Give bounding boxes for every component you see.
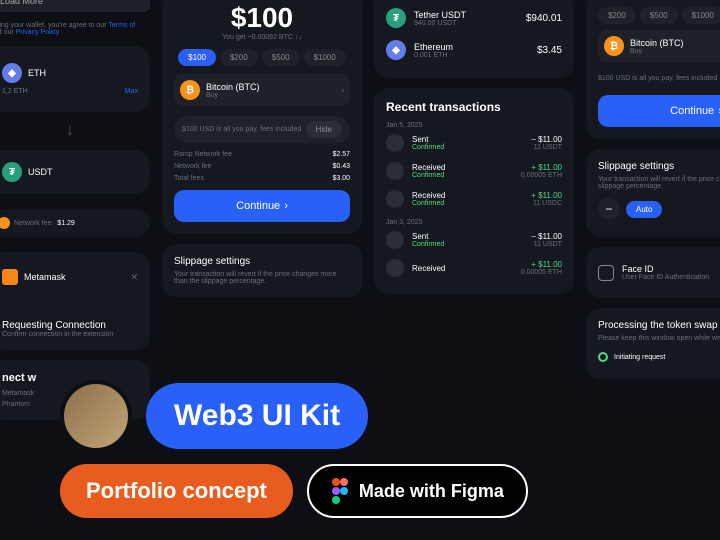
- faceid-icon: [598, 265, 614, 281]
- tx-row[interactable]: ReceivedConfirmed+ $11.000.00005 ETH: [386, 157, 562, 185]
- metamask-modal: Metamask✕ Requesting Connection Confirm …: [0, 252, 150, 350]
- figma-icon: [331, 478, 349, 504]
- metamask-icon: [2, 269, 18, 285]
- buy-card: $100 You get ~0.00092 BTC ↑↓ $100 $200 $…: [162, 0, 362, 234]
- requesting-sub: Confirm connection in the extension: [2, 331, 138, 338]
- tx-row[interactable]: ReceivedConfirmed+ $11.0011 USDC: [386, 185, 562, 213]
- slippage-card: Slippage settings Your transaction will …: [162, 244, 362, 297]
- eth-input-card: ◆ ETH 1,2 ETHMax: [0, 46, 150, 112]
- preset-100[interactable]: $100: [178, 49, 216, 66]
- figma-badge: Made with Figma: [307, 464, 528, 518]
- terms-text: ecting your wallet, you're agree to our …: [0, 22, 150, 36]
- received-icon: [386, 190, 404, 208]
- usdt-input-card: ₮ USDT: [0, 150, 150, 194]
- coin-selector[interactable]: ₿ Bitcoin (BTC)Buy: [598, 30, 720, 62]
- received-icon: [386, 259, 404, 277]
- btc-icon: ₿: [604, 36, 624, 56]
- token-row-usdt[interactable]: ₮ Tether USDT940.00 USDT $940.01: [386, 2, 562, 34]
- slippage-settings: Slippage settings Your transaction will …: [586, 149, 720, 237]
- recent-title: Recent transactions: [386, 100, 562, 114]
- continue-button[interactable]: Continue: [598, 95, 720, 127]
- usdt-icon: ₮: [2, 162, 22, 182]
- eth-icon: ◆: [2, 63, 22, 83]
- processing-card: Processing the token swap Please keep th…: [586, 308, 720, 379]
- tx-row[interactable]: Received+ $11.000.00005 ETH: [386, 254, 562, 282]
- usdt-symbol: USDT: [28, 167, 53, 177]
- received-icon: [386, 162, 404, 180]
- amount-display: $100: [174, 2, 350, 34]
- decrease-button[interactable]: −: [598, 198, 620, 220]
- tx-row[interactable]: SentConfirmed− $11.0011 USDT: [386, 226, 562, 254]
- requesting-title: Requesting Connection: [2, 320, 138, 331]
- preset-1000[interactable]: $1000: [304, 49, 346, 66]
- coin-selector[interactable]: ₿ Bitcoin (BTC)Buy ›: [174, 74, 350, 106]
- swap-arrow-icon[interactable]: ↓: [0, 122, 150, 140]
- continue-button[interactable]: Continue: [174, 190, 350, 222]
- step-indicator-icon: [598, 352, 608, 362]
- conversion-sub: You get ~0.00092 BTC ↑↓: [174, 34, 350, 41]
- hide-button[interactable]: Hide: [306, 121, 342, 138]
- faceid-card[interactable]: Face ID User Face ID Authentication: [586, 247, 720, 298]
- fee-icon: [0, 217, 10, 229]
- avatar: [60, 380, 132, 452]
- portfolio-badge: Portfolio concept: [60, 464, 293, 518]
- btc-icon: ₿: [180, 80, 200, 100]
- preset-200[interactable]: $200: [220, 49, 258, 66]
- main-badge: Web3 UI Kit: [146, 383, 368, 449]
- network-fee-row: Network fee:$1.29: [0, 209, 150, 237]
- promo-overlay: Web3 UI Kit Portfolio concept Made with …: [60, 380, 528, 518]
- max-button[interactable]: Max: [125, 88, 138, 95]
- auto-button[interactable]: Auto: [626, 201, 662, 218]
- close-icon[interactable]: ✕: [130, 272, 138, 283]
- chevron-right-icon: ›: [341, 86, 344, 95]
- token-list: ₮ Tether USDT940.00 USDT $940.01 ◆ Ether…: [374, 0, 574, 78]
- tx-row[interactable]: SentConfirmed− $11.0011 USDT: [386, 129, 562, 157]
- fee-summary: $100 USD is all you pay, fees included H…: [174, 116, 350, 143]
- mini-buy-card: $200 $500 $1000 ₿ Bitcoin (BTC)Buy $100 …: [586, 0, 720, 139]
- preset-500[interactable]: $500: [262, 49, 300, 66]
- token-row-eth[interactable]: ◆ Ethereum0.001 ETH $3.45: [386, 34, 562, 66]
- sent-icon: [386, 134, 404, 152]
- eth-symbol: ETH: [28, 68, 46, 78]
- recent-transactions: Recent transactions Jan 5, 2025 SentConf…: [374, 88, 574, 294]
- load-more-button[interactable]: Load More: [0, 0, 150, 12]
- usdt-icon: ₮: [386, 8, 406, 28]
- sent-icon: [386, 231, 404, 249]
- eth-icon: ◆: [386, 40, 406, 60]
